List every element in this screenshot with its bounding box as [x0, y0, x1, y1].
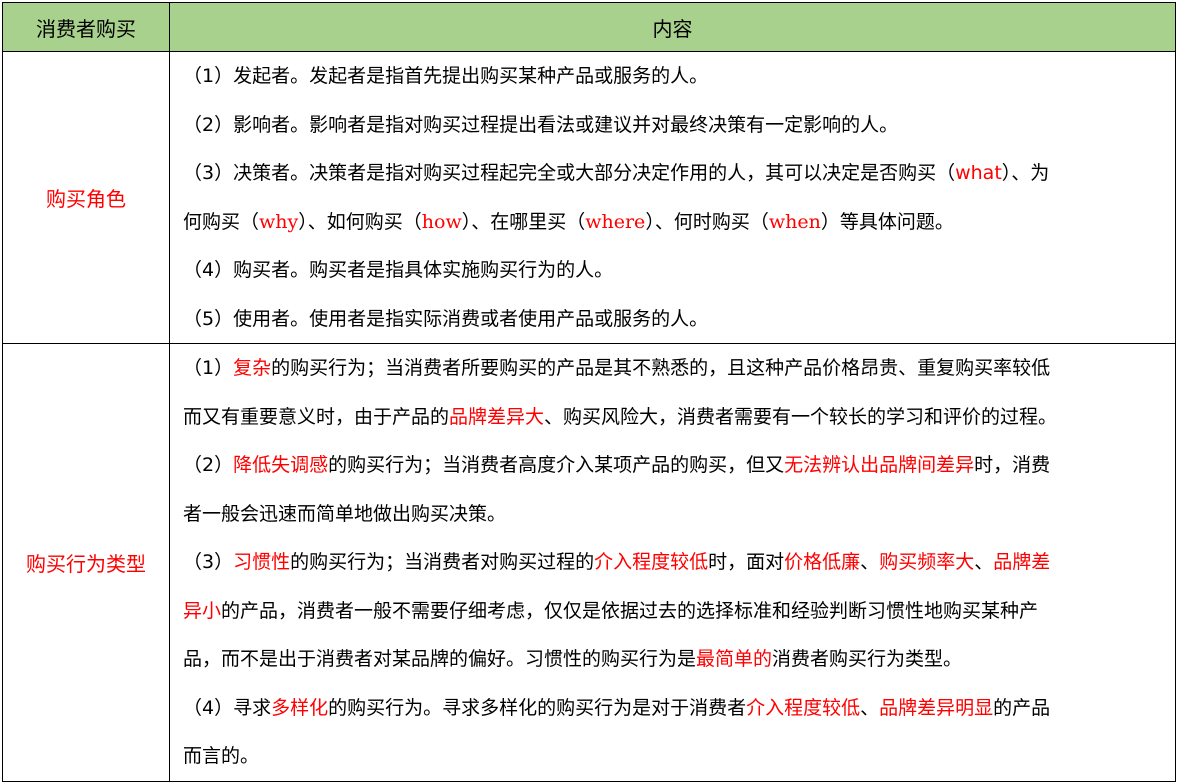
- table-row: 购买行为类型 （1）复杂的购买行为；当消费者所要购买的产品是其不熟悉的，且这种产品…: [2, 343, 1176, 782]
- content-line: （4）购买者。购买者是指具体实施购买行为的人。: [183, 246, 1165, 295]
- body-text: （3）: [183, 551, 234, 573]
- highlight-text: when: [768, 210, 821, 233]
- content-line: 品，而不是出于消费者对某品牌的偏好。习惯性的购买行为是最简单的消费者购买行为类型…: [183, 635, 1165, 684]
- content-line: 何购买（why）、如何购买（how）、在哪里买（where）、何时购买（when…: [183, 198, 1165, 247]
- row-content: （1）发起者。发起者是指首先提出购买某种产品或服务的人。 （2）影响者。影响者是指…: [169, 51, 1176, 344]
- content-line: 者一般会迅速而简单地做出购买决策。: [183, 490, 1165, 539]
- body-text: 者一般会迅速而简单地做出购买决策。: [183, 502, 507, 525]
- body-text: 时，消费: [974, 454, 1051, 476]
- body-text: （1）: [183, 357, 234, 379]
- body-text: 消费者购买行为类型。: [772, 648, 963, 670]
- content-line: （2）影响者。影响者是指对购买过程提出看法或建议并对最终决策有一定影响的人。: [183, 101, 1165, 150]
- content-line: （5）使用者。使用者是指实际消费或者使用产品或服务的人。: [183, 295, 1165, 344]
- body-text: 、: [974, 551, 994, 573]
- body-text: ）、在哪里买（: [461, 210, 586, 233]
- table-row: 购买角色 （1）发起者。发起者是指首先提出购买某种产品或服务的人。 （2）影响者。影…: [2, 51, 1176, 344]
- body-text: 何购买（: [183, 210, 260, 233]
- body-text: 而又有重要意义时，由于产品的: [183, 405, 450, 428]
- body-text: 的购买行为。寻求多样化的购买行为是对于消费者: [328, 696, 747, 719]
- content-line: （1）复杂的购买行为；当消费者所要购买的产品是其不熟悉的，且这种产品价格昂贵、重…: [183, 344, 1165, 393]
- header-col2: 内容: [169, 2, 1176, 52]
- body-text: 、购买风险大，消费者需要有一个较长的学习和评价的过程。: [544, 405, 1058, 428]
- content-line: （2）降低失调感的购买行为；当消费者高度介入某项产品的购买，但又无法辨认出品牌间…: [183, 441, 1165, 490]
- highlight-text: 降低失调感: [233, 454, 329, 476]
- header-col1: 消费者购买: [2, 2, 170, 52]
- highlight-text: 价格低廉: [784, 551, 861, 573]
- highlight-text: 复杂: [233, 357, 272, 379]
- highlight-text: 习惯性: [233, 551, 291, 573]
- body-text: 的产品，消费者一般不需要仔细考虑，仅仅是依据过去的选择标准和经验判断习惯性地购买…: [221, 599, 1039, 622]
- body-text: 而言的。: [183, 745, 260, 767]
- content-line: （3）习惯性的购买行为；当消费者对购买过程的介入程度较低时，面对价格低廉、购买频…: [183, 538, 1165, 587]
- header-row: 消费者购买 内容: [2, 2, 1176, 52]
- body-text: 品，而不是出于消费者对某品牌的偏好。习惯性的购买行为是: [183, 648, 697, 670]
- row-label: 购买行为类型: [2, 343, 170, 782]
- body-text: 、: [860, 696, 880, 719]
- body-text: 时，面对: [708, 551, 785, 573]
- highlight-text: 介入程度较低: [746, 696, 861, 719]
- highlight-text: 购买频率大: [879, 551, 975, 573]
- body-text: （5）使用者。使用者是指实际消费或者使用产品或服务的人。: [183, 307, 709, 330]
- highlight-text: why: [259, 210, 299, 233]
- highlight-text: 无法辨认出品牌间差异: [784, 454, 975, 476]
- body-text: 、: [860, 551, 880, 573]
- highlight-text: 品牌差异明显: [879, 696, 994, 719]
- body-text: 的购买行为；当消费者对购买过程的: [290, 551, 595, 573]
- highlight-text: 多样化: [271, 696, 329, 719]
- row-content: （1）复杂的购买行为；当消费者所要购买的产品是其不熟悉的，且这种产品价格昂贵、重…: [169, 343, 1176, 782]
- body-text: ）、何时购买（: [645, 210, 769, 233]
- highlight-text: where: [585, 210, 646, 233]
- body-text: 的购买行为；当消费者高度介入某项产品的购买，但又: [328, 454, 785, 476]
- highlight-text: 异小: [183, 599, 222, 622]
- body-text: 的产品: [993, 696, 1051, 719]
- body-text: （2）影响者。影响者是指对购买过程提出看法或建议并对最终决策有一定影响的人。: [183, 113, 899, 136]
- body-text: （1）发起者。发起者是指首先提出购买某种产品或服务的人。: [183, 65, 709, 87]
- content-line: 异小的产品，消费者一般不需要仔细考虑，仅仅是依据过去的选择标准和经验判断习惯性地…: [183, 587, 1165, 636]
- content-line: （3）决策者。决策者是指对购买过程起完全或大部分决定作用的人，其可以决定是否购买…: [183, 149, 1165, 198]
- consumer-purchase-table: 消费者购买 内容 购买角色 （1）发起者。发起者是指首先提出购买某种产品或服务的人…: [2, 2, 1176, 782]
- highlight-text: how: [421, 210, 462, 233]
- body-text: （4）购买者。购买者是指具体实施购买行为的人。: [183, 259, 614, 281]
- highlight-text: 介入程度较低: [594, 551, 709, 573]
- body-text: ）、为: [1001, 162, 1050, 184]
- highlight-text: 品牌差异大: [449, 405, 545, 428]
- highlight-text: 最简单的: [696, 648, 773, 670]
- body-text: 的购买行为；当消费者所要购买的产品是其不熟悉的，且这种产品价格昂贵、重复购买率较…: [271, 357, 1051, 379]
- content-line: （1）发起者。发起者是指首先提出购买某种产品或服务的人。: [183, 52, 1165, 101]
- highlight-text: 品牌差: [993, 551, 1051, 573]
- content-line: （4）寻求多样化的购买行为。寻求多样化的购买行为是对于消费者介入程度较低、品牌差…: [183, 684, 1165, 733]
- content-line: 而言的。: [183, 732, 1165, 781]
- body-text: ）等具体问题。: [820, 210, 954, 233]
- body-text: （3）决策者。决策者是指对购买过程起完全或大部分决定作用的人，其可以决定是否购买…: [183, 162, 956, 184]
- highlight-text: what: [955, 162, 1002, 184]
- content-line: 而又有重要意义时，由于产品的品牌差异大、购买风险大，消费者需要有一个较长的学习和…: [183, 393, 1165, 442]
- body-text: （4）寻求: [183, 696, 272, 719]
- body-text: （2）: [183, 454, 234, 476]
- row-label: 购买角色: [2, 51, 170, 344]
- body-text: ）、如何购买（: [298, 210, 422, 233]
